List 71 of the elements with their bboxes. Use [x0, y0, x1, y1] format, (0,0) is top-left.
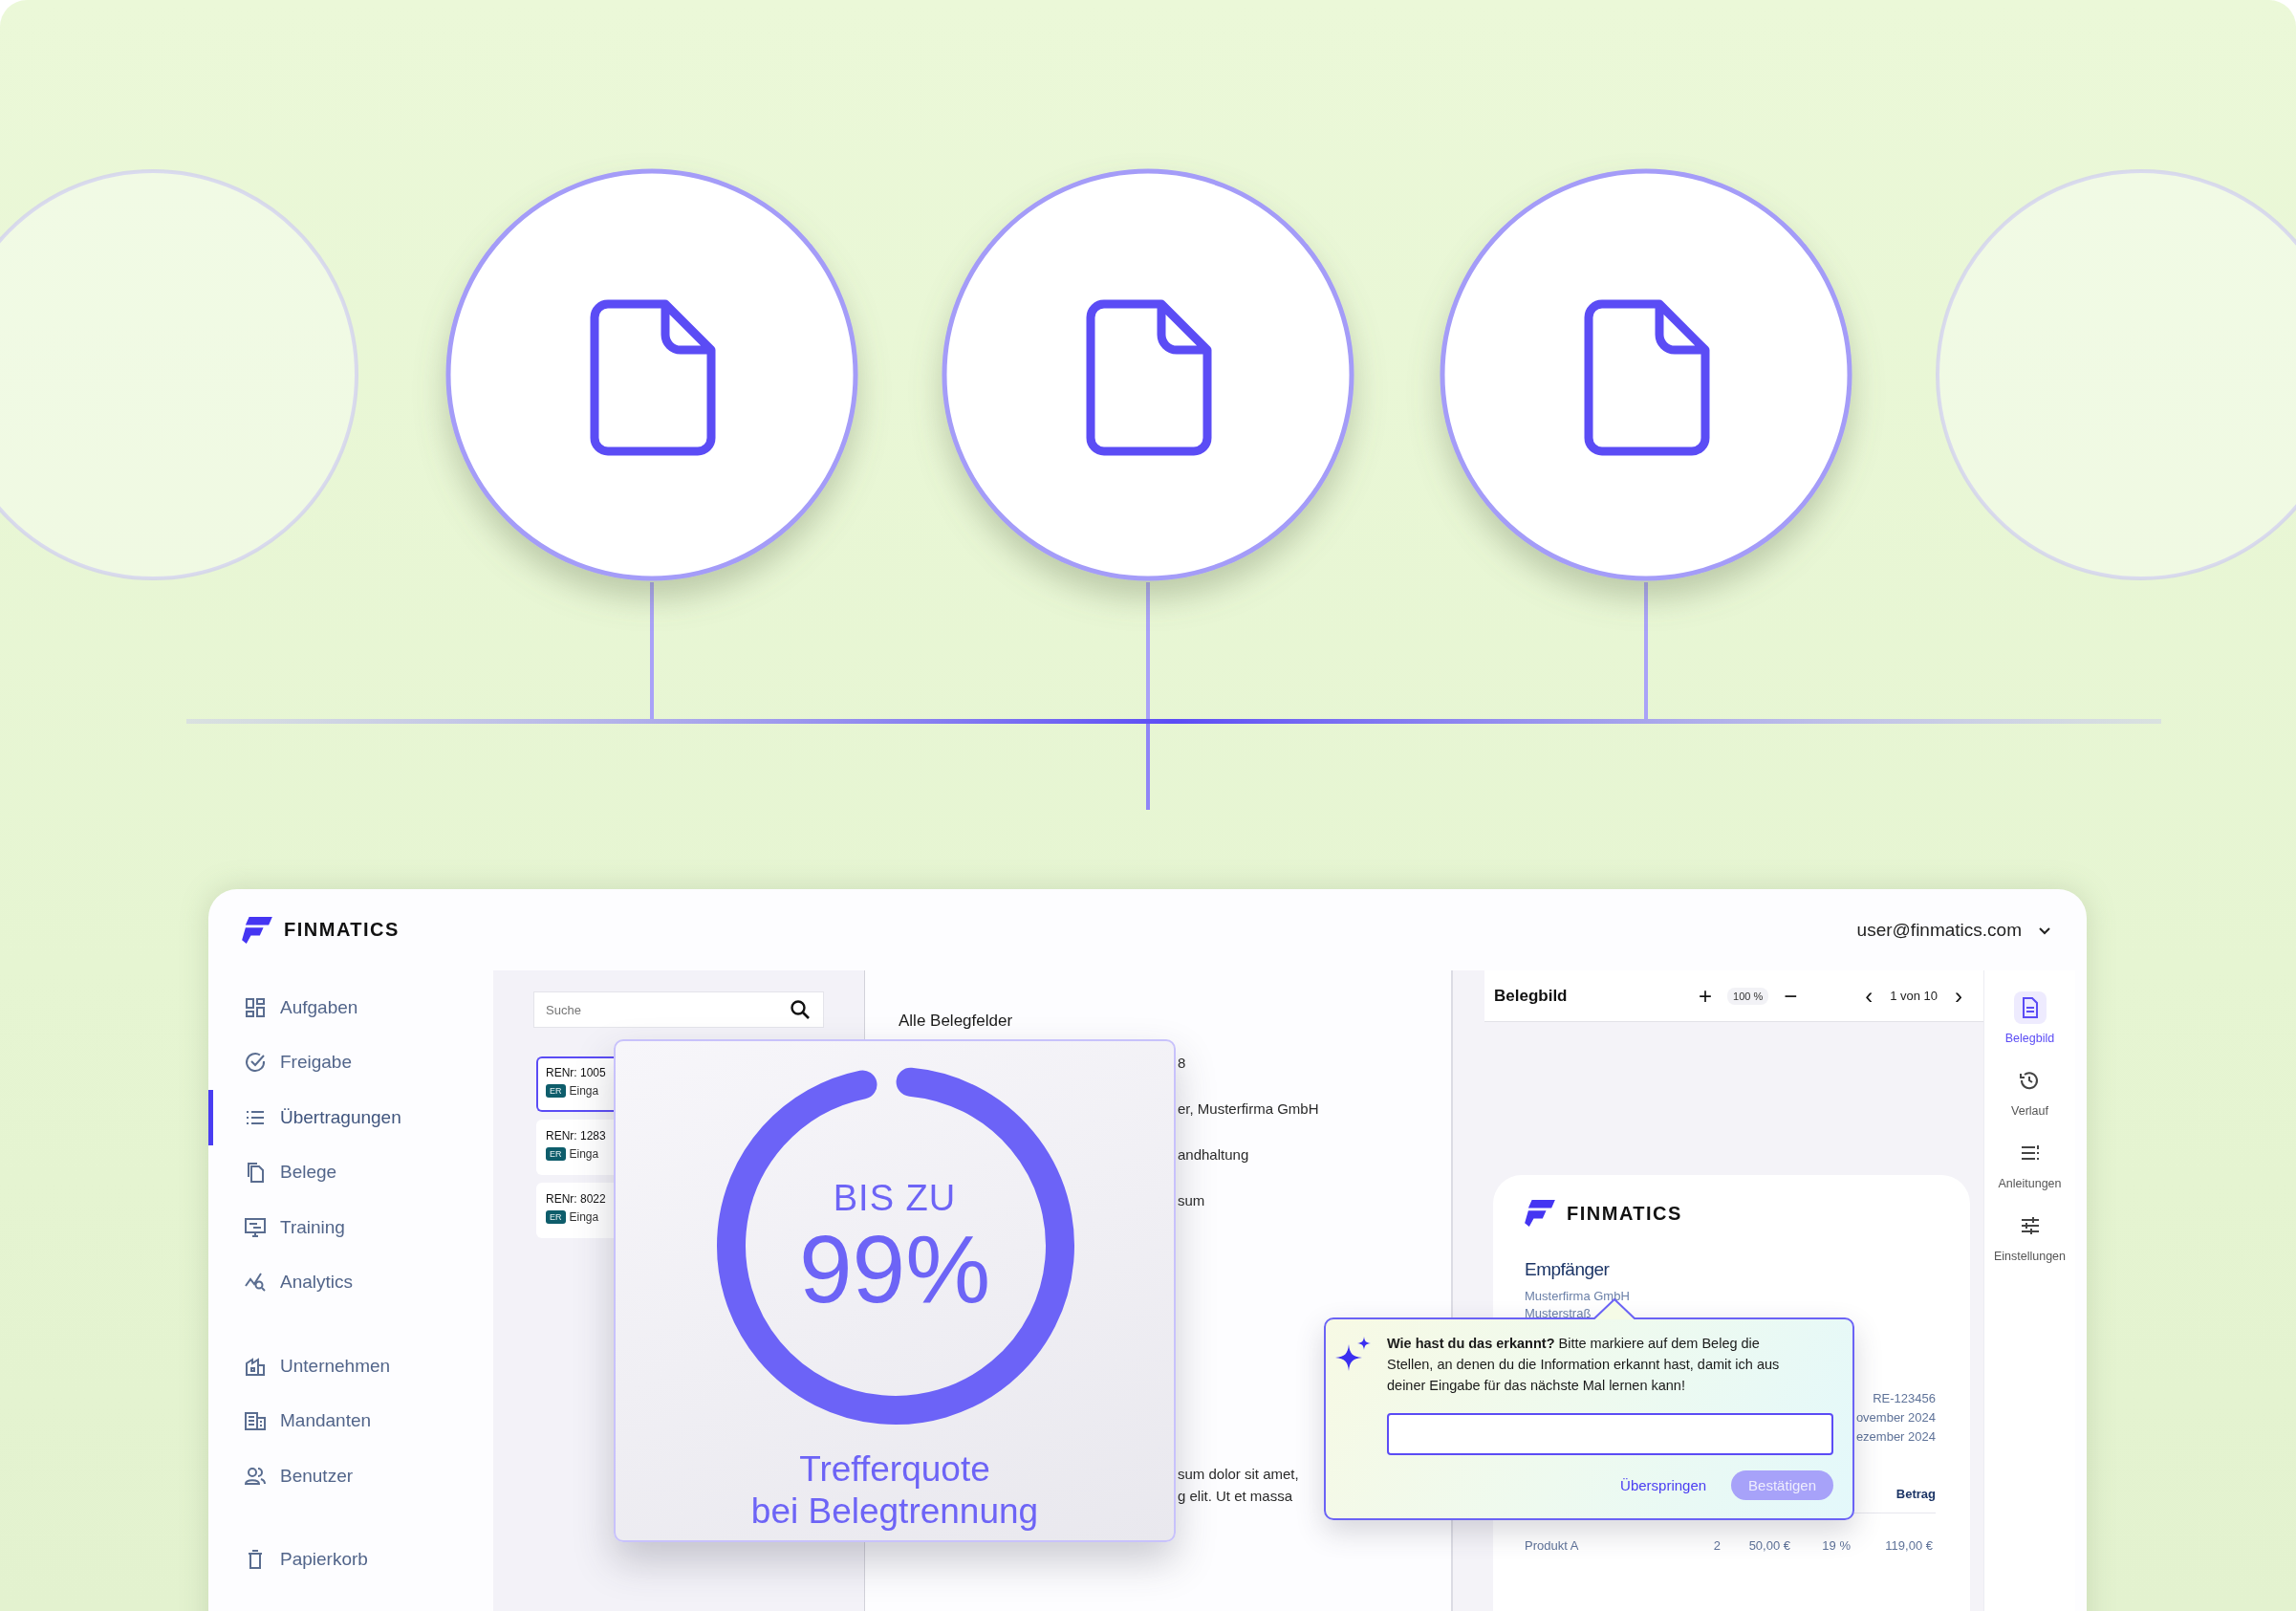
panel-title: Belegbild [1494, 986, 1569, 1006]
user-menu[interactable]: user@finmatics.com [1856, 913, 2052, 947]
document-icon [1584, 299, 1710, 456]
prompt-message: Wie hast du das erkannt? Bitte markiere auf dem Beleg die Stellen, an denen du die Information erkannt hast, damit ich aus deiner Eingabe für das nächste Mal lernen kann! [1387, 1335, 1781, 1395]
sidebar-item[interactable]: Übertragungen [208, 1090, 493, 1145]
stat-prefix: BIS ZU [833, 1178, 957, 1219]
invoice-number: RENr: 1283 [546, 1129, 607, 1143]
zoom-out-button[interactable]: − [1780, 984, 1802, 1008]
type-tag: ER [546, 1147, 566, 1161]
stat-caption: Trefferquote [799, 1448, 990, 1491]
zoom-level: 100 % [1727, 987, 1769, 1005]
type-tag: ER [546, 1210, 566, 1224]
rail-tab[interactable]: Anleitungen [1998, 1137, 2062, 1190]
address-line: Musterfirma GmbH [1525, 1288, 1630, 1305]
table-cell-text: Produkt A [1525, 1538, 1580, 1553]
recipient-heading: Empfänger [1525, 1259, 1611, 1280]
table-cell-text: 119,00 € [1884, 1538, 1933, 1553]
zoom-in-button[interactable]: + [1695, 984, 1716, 1008]
field-value: sum [1178, 1191, 1206, 1210]
invoice-detail: ovember 2024 [1855, 1409, 1936, 1426]
rail-tab[interactable]: Einstellungen [1993, 1209, 2067, 1263]
page-indicator: 1 von 10 [1890, 989, 1938, 1003]
note-text: g elit. Ut et massa [1178, 1487, 1294, 1505]
document-card[interactable]: RENr: 1283 ER Einga [536, 1120, 614, 1175]
monitor-icon [244, 1215, 267, 1239]
brand-name: FINMATICS [1567, 1202, 1682, 1225]
brand-name: FINMATICS [284, 919, 400, 941]
sidebar-item[interactable]: Belege [208, 1144, 493, 1200]
invoice-number: RENr: 8022 [546, 1192, 607, 1206]
sidebar-item[interactable]: Mandanten [208, 1393, 493, 1448]
previous-page-button[interactable]: ‹ [1861, 984, 1877, 1008]
sidebar-item[interactable]: Unternehmen [208, 1339, 493, 1394]
stat-caption: bei Belegtrennung [750, 1491, 1039, 1533]
document-card[interactable]: RENr: 1005 ER Einga [536, 1056, 614, 1112]
logo-icon [242, 916, 272, 944]
status-text: Einga [569, 1210, 599, 1224]
logo-icon [1525, 1200, 1555, 1227]
invoice-detail: ezember 2024 [1855, 1428, 1936, 1446]
next-page-button[interactable]: › [1951, 984, 1966, 1008]
search-icon [790, 999, 811, 1020]
grid-icon [244, 995, 267, 1019]
sidebar-item[interactable]: Freigabe [208, 1034, 493, 1090]
invoice-number: RENr: 1005 [546, 1066, 607, 1079]
sidebar-item[interactable]: Analytics [208, 1254, 493, 1310]
invoice-detail: RE-123456 [1873, 1390, 1936, 1407]
field-value: andhaltung [1178, 1145, 1250, 1165]
address-line: Musterstraß [1525, 1305, 1592, 1322]
type-tag: ER [546, 1084, 566, 1098]
sidebar-item[interactable]: Aufgaben [208, 980, 493, 1035]
status-text: Einga [569, 1147, 599, 1161]
document-icon [590, 299, 716, 456]
note-text: sum dolor sit amet, [1178, 1465, 1300, 1483]
table-cell-text: 50,00 € [1747, 1538, 1790, 1553]
sidebar-item[interactable]: Training [208, 1200, 493, 1255]
section-title: Alle Belegfelder [899, 1012, 1014, 1031]
table-cell-text: 2 [1712, 1538, 1721, 1553]
document-icon [1086, 299, 1212, 456]
answer-field[interactable] [1387, 1413, 1833, 1455]
field-value: er, Musterfirma GmbH [1178, 1099, 1320, 1119]
document-card[interactable]: RENr: 8022 ER Einga [536, 1183, 614, 1238]
sidebar-item[interactable]: Papierkorb [208, 1532, 493, 1587]
status-text: Einga [569, 1084, 599, 1098]
building-icon [244, 1409, 267, 1433]
check-icon [244, 1051, 267, 1075]
field-value: 8 [1178, 1054, 1187, 1073]
rail-tab[interactable]: Verlauf [2011, 1064, 2048, 1118]
rail-tab[interactable]: Belegbild [2004, 991, 2055, 1045]
sidebar-item[interactable]: Benutzer [208, 1448, 493, 1504]
search-field[interactable]: Suche [533, 991, 824, 1028]
table-cell-text: 19 % [1821, 1538, 1851, 1553]
stat-value: 99% [798, 1219, 991, 1318]
